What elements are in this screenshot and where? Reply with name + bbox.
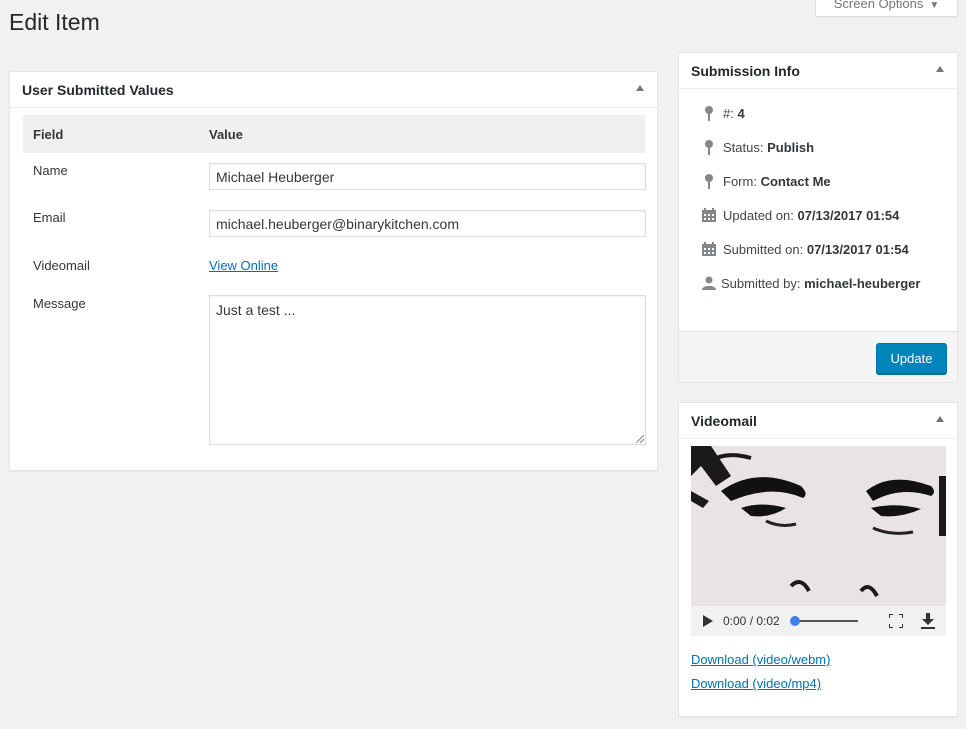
box-header[interactable]: User Submitted Values: [10, 72, 657, 108]
video-controls: 0:00 / 0:02: [691, 606, 946, 636]
info-submitted-by-label: Submitted by:: [721, 276, 801, 291]
page-title: Edit Item: [9, 9, 100, 35]
triangle-up-icon[interactable]: [936, 66, 944, 72]
triangle-up-icon[interactable]: [936, 416, 944, 422]
box-header[interactable]: Videomail: [679, 403, 957, 439]
triangle-up-icon[interactable]: [636, 85, 644, 91]
download-icon[interactable]: [921, 613, 935, 629]
info-id-label: #:: [723, 106, 734, 121]
update-button[interactable]: Update: [876, 343, 947, 374]
videomail-label: Videomail: [33, 258, 90, 273]
name-label: Name: [33, 163, 68, 178]
info-id: #: 4: [701, 105, 941, 123]
resize-handle[interactable]: [636, 435, 644, 443]
fullscreen-icon[interactable]: [889, 614, 903, 628]
info-submitted-by: Submitted by: michael-heuberger: [701, 275, 941, 293]
box-title: Submission Info: [691, 62, 800, 79]
calendar-icon: [702, 208, 716, 222]
info-form-value: Contact Me: [760, 174, 831, 189]
seek-knob[interactable]: [789, 616, 800, 626]
values-table: Field Value Name Michael Heuberger Email…: [23, 115, 646, 445]
user-icon: [702, 276, 716, 290]
info-submitted-value: 07/13/2017 01:54: [806, 242, 909, 257]
email-field[interactable]: michael.heuberger@binarykitchen.com: [209, 210, 646, 237]
user-submitted-values-box: User Submitted Values Field Value Name M…: [9, 71, 658, 471]
pin-icon: [705, 174, 713, 189]
video-time: 0:00 / 0:02: [723, 614, 780, 628]
field-column-header: Field: [33, 126, 64, 142]
message-label: Message: [33, 296, 86, 311]
box-title: Videomail: [691, 412, 757, 429]
info-updated-label: Updated on:: [723, 208, 794, 223]
caret-down-icon: ▼: [929, 0, 940, 11]
videomail-box: Videomail 0:00 / 0:02 Download (video/we…: [678, 402, 958, 717]
pin-icon: [705, 106, 713, 121]
table-header: Field Value: [23, 115, 645, 153]
play-icon[interactable]: [703, 615, 713, 627]
download-mp4-link[interactable]: Download (video/mp4): [691, 676, 821, 691]
seek-slider[interactable]: [789, 616, 858, 626]
pin-icon: [705, 140, 713, 155]
info-submitted-label: Submitted on:: [723, 242, 804, 257]
publishing-actions: Update: [679, 331, 957, 382]
submission-info-box: Submission Info #: 4 Status: Publish For…: [678, 52, 958, 382]
name-field[interactable]: Michael Heuberger: [209, 163, 646, 190]
info-updated-value: 07/13/2017 01:54: [797, 208, 900, 223]
info-status: Status: Publish: [701, 139, 941, 157]
info-status-label: Status:: [723, 140, 764, 155]
info-form-label: Form:: [723, 174, 757, 189]
video-player[interactable]: [691, 446, 946, 606]
info-status-value: Publish: [767, 140, 815, 155]
video-frame-image: [691, 446, 946, 606]
email-label: Email: [33, 210, 66, 225]
info-id-value: 4: [737, 106, 745, 121]
info-form: Form: Contact Me: [701, 173, 941, 191]
calendar-icon: [702, 242, 716, 256]
info-submitted: Submitted on: 07/13/2017 01:54: [701, 241, 941, 259]
message-text: Just a test ...: [216, 302, 296, 318]
box-title: User Submitted Values: [22, 81, 174, 98]
download-webm-link[interactable]: Download (video/webm): [691, 652, 830, 667]
screen-options-label: Screen Options: [833, 0, 924, 11]
view-online-link[interactable]: View Online: [209, 258, 278, 273]
screen-options-button[interactable]: Screen Options ▼: [815, 0, 958, 17]
box-header[interactable]: Submission Info: [679, 53, 957, 89]
value-column-header: Value: [209, 126, 243, 142]
message-textarea[interactable]: Just a test ...: [209, 295, 646, 445]
info-submitted-by-value: michael-heuberger: [804, 276, 921, 291]
info-updated: Updated on: 07/13/2017 01:54: [701, 207, 941, 225]
